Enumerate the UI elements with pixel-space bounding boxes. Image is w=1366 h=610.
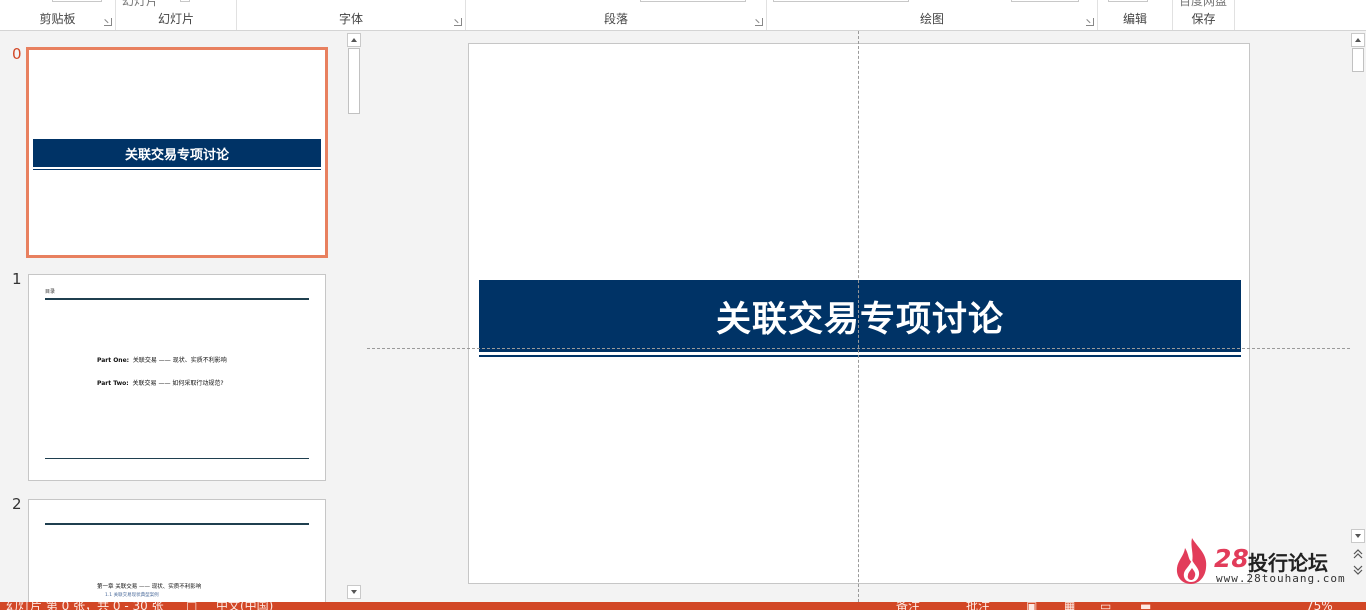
thumb-footer-line xyxy=(45,458,309,459)
scroll-up-button[interactable] xyxy=(347,33,361,47)
slideshow-icon[interactable]: ▬ xyxy=(1140,602,1151,610)
powerpoint-window: 剪贴板 幻灯片 幻灯片 字体 段落 绘图 编辑 百度网盘 保存 0 关联交易专项… xyxy=(0,0,1366,610)
slide-thumbnail-2[interactable]: 第一章 关联交易 —— 现状、实质不利影响 1.1 关联交易现状典型案例 xyxy=(28,499,326,609)
scroll-thumb[interactable] xyxy=(348,48,360,114)
ribbon-group-slides: 幻灯片 幻灯片 xyxy=(116,0,237,30)
chevron-up-icon xyxy=(1355,38,1361,42)
notes-button[interactable]: 备注 xyxy=(896,602,920,610)
zoom-level[interactable]: 75% xyxy=(1306,602,1333,610)
watermark-url: www.28touhang.com xyxy=(1216,572,1346,585)
flame-logo-icon xyxy=(1176,538,1207,584)
ribbon-group-paragraph: 段落 xyxy=(466,0,767,30)
slide-number: 2 xyxy=(12,495,22,513)
drawing-launcher-icon[interactable] xyxy=(1086,18,1094,26)
slide-thumbnail-pane: 0 关联交易专项讨论 1 目录 Part One: 关联交易 —— 现状、实质不… xyxy=(0,31,362,609)
editor-scrollbar[interactable] xyxy=(1350,31,1366,602)
scroll-up-button[interactable] xyxy=(1351,33,1365,47)
thumb-chapter: 第一章 关联交易 —— 现状、实质不利影响 xyxy=(97,584,202,590)
slide-title[interactable]: 关联交易专项讨论 xyxy=(479,280,1241,352)
slide-count-status[interactable]: 幻灯片 第 0 张，共 0 - 30 张 xyxy=(6,602,164,610)
font-launcher-icon[interactable] xyxy=(454,18,462,26)
comments-button[interactable]: 批注 xyxy=(966,602,990,610)
title-bar: 关联交易专项讨论 xyxy=(479,280,1241,352)
forum-watermark: 28 投行论坛 www.28touhang.com xyxy=(1170,534,1350,588)
horizontal-guide[interactable] xyxy=(367,348,1350,349)
scroll-down-button[interactable] xyxy=(1351,529,1365,543)
previous-slide-icon[interactable] xyxy=(1352,546,1364,560)
thumb-toc-item: Part One: 关联交易 —— 现状、实质不利影响 xyxy=(97,357,227,364)
thumb-title-line xyxy=(33,169,321,170)
title-underline xyxy=(479,355,1241,357)
ribbon-group-font: 字体 xyxy=(237,0,466,30)
ribbon-group-label: 幻灯片 xyxy=(157,12,194,26)
thumb-subheading: 1.1 关联交易现状典型案例 xyxy=(105,593,159,598)
language-status[interactable]: 中文(中国) xyxy=(216,602,273,610)
thumbnail-scrollbar[interactable] xyxy=(346,31,362,602)
slide-number: 0 xyxy=(12,45,22,63)
thumb-toc-item: Part Two: 关联交易 —— 如何采取行动规范? xyxy=(97,380,224,387)
slide-sorter-icon[interactable]: ▦ xyxy=(1064,602,1075,610)
status-bar: 幻灯片 第 0 张，共 0 - 30 张 □ 中文(中国) 备注 批注 ▣ ▦ … xyxy=(0,602,1366,610)
chevron-up-icon xyxy=(351,38,357,42)
chevron-down-icon xyxy=(1355,534,1361,538)
vertical-guide[interactable] xyxy=(858,31,859,602)
clipboard-launcher-icon[interactable] xyxy=(104,18,112,26)
slide-editor[interactable]: 关联交易专项讨论 xyxy=(367,31,1350,602)
save-baidu-button-label[interactable]: 百度网盘 xyxy=(1179,0,1227,9)
spellcheck-icon[interactable]: □ xyxy=(186,602,197,610)
current-slide[interactable]: 关联交易专项讨论 xyxy=(468,43,1250,584)
ribbon-group-save: 百度网盘 保存 xyxy=(1173,0,1235,30)
watermark-number: 28 xyxy=(1214,544,1249,573)
ribbon-group-label: 字体 xyxy=(338,12,363,26)
ribbon: 剪贴板 幻灯片 幻灯片 字体 段落 绘图 编辑 百度网盘 保存 xyxy=(0,0,1366,31)
ribbon-group-editing: 编辑 xyxy=(1098,0,1173,30)
chevron-down-icon xyxy=(351,590,357,594)
ribbon-group-label: 编辑 xyxy=(1122,12,1147,26)
slide-thumbnail-0[interactable]: 关联交易专项讨论 xyxy=(26,47,328,258)
slide-number: 1 xyxy=(12,270,22,288)
paragraph-launcher-icon[interactable] xyxy=(755,18,763,26)
thumb-divider xyxy=(45,298,309,300)
slide-thumbnail-1[interactable]: 目录 Part One: 关联交易 —— 现状、实质不利影响 Part Two:… xyxy=(28,274,326,481)
thumb-title-bar: 关联交易专项讨论 xyxy=(33,139,321,167)
new-slide-button-label[interactable]: 幻灯片 xyxy=(122,0,158,9)
ribbon-group-label: 段落 xyxy=(603,12,628,26)
scroll-down-button[interactable] xyxy=(347,585,361,599)
reading-view-icon[interactable]: ▭ xyxy=(1100,602,1111,610)
thumb-divider xyxy=(45,523,309,525)
next-slide-icon[interactable] xyxy=(1352,562,1364,576)
normal-view-icon[interactable]: ▣ xyxy=(1026,602,1037,610)
ribbon-group-clipboard: 剪贴板 xyxy=(0,0,116,30)
ribbon-group-label: 绘图 xyxy=(919,12,944,26)
ribbon-group-label: 保存 xyxy=(1191,12,1216,26)
scroll-thumb[interactable] xyxy=(1352,48,1364,72)
thumb-title: 关联交易专项讨论 xyxy=(124,147,229,163)
ribbon-group-drawing: 绘图 xyxy=(767,0,1098,30)
thumb-heading: 目录 xyxy=(45,289,56,295)
ribbon-group-label: 剪贴板 xyxy=(39,12,76,26)
